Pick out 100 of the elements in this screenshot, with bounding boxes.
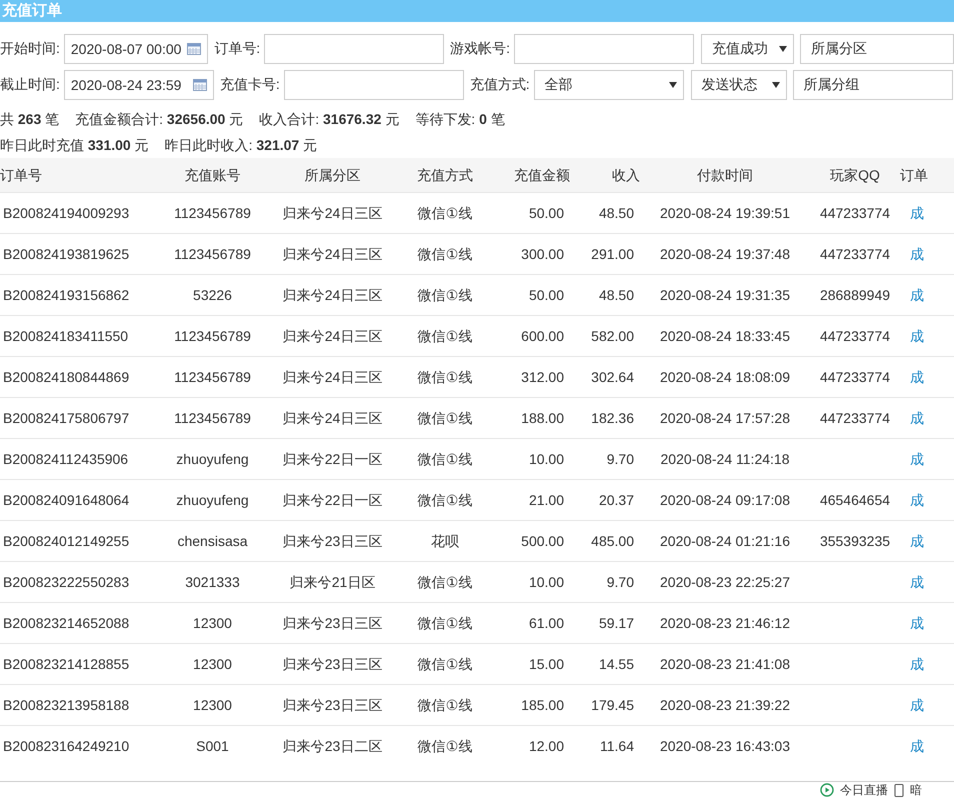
amount-cell: 50.00	[500, 274, 570, 316]
input-field[interactable]: 所属分区	[800, 34, 954, 64]
payment-method-cell: 微信①线	[390, 726, 500, 766]
payment-method-cell: 微信①线	[390, 234, 500, 274]
order-number-cell: B200824091648064	[0, 480, 150, 520]
income-cell: 9.70	[570, 438, 640, 480]
payment-method-cell: 花呗	[390, 520, 500, 562]
server-cell: 归来兮23日三区	[275, 684, 390, 726]
account-cell: chensisasa	[150, 520, 275, 562]
column-header: 付款时间	[640, 158, 810, 192]
payment-time-cell: 2020-08-24 11:24:18	[640, 438, 810, 480]
qq-cell: 286889949	[810, 274, 900, 316]
filter-label: 开始时间:	[0, 40, 60, 58]
status-link[interactable]: 成	[900, 726, 954, 766]
input-field[interactable]: 所属分组	[792, 70, 953, 100]
payment-time-cell: 2020-08-24 18:33:45	[640, 316, 810, 356]
dropdown[interactable]: 发送状态	[690, 70, 787, 100]
payment-method-cell: 微信①线	[390, 274, 500, 316]
payment-method-cell: 微信①线	[390, 316, 500, 356]
income-cell: 59.17	[570, 602, 640, 644]
play-icon[interactable]	[820, 783, 834, 797]
order-number-cell: B200824180844869	[0, 356, 150, 398]
payment-time-cell: 2020-08-24 19:37:48	[640, 234, 810, 274]
calendar-icon[interactable]	[192, 79, 207, 91]
text-field[interactable]	[284, 70, 464, 100]
caret-icon	[772, 82, 780, 88]
payment-time-cell: 2020-08-23 21:41:08	[640, 644, 810, 684]
status-link[interactable]: 成	[900, 602, 954, 644]
account-cell: 1123456789	[150, 398, 275, 438]
bottom-link[interactable]: 暗	[910, 782, 922, 798]
text-field[interactable]	[514, 34, 694, 64]
column-header: 玩家QQ	[810, 158, 900, 192]
payment-time-cell: 2020-08-23 22:25:27	[640, 562, 810, 602]
status-link[interactable]: 成	[900, 192, 954, 234]
payment-method-cell: 微信①线	[390, 602, 500, 644]
status-link[interactable]: 成	[900, 234, 954, 274]
status-link[interactable]: 成	[900, 438, 954, 480]
server-cell: 归来兮21日区	[275, 562, 390, 602]
status-link[interactable]: 成	[900, 562, 954, 602]
dropdown[interactable]: 充值成功	[701, 34, 794, 64]
payment-method-cell: 微信①线	[390, 480, 500, 520]
status-link[interactable]: 成	[900, 684, 954, 726]
caret-icon	[778, 46, 787, 52]
summary-text: 共 263 笔	[0, 110, 60, 128]
status-link[interactable]: 成	[900, 356, 954, 398]
filter-label: 订单号:	[214, 40, 260, 58]
amount-cell: 21.00	[500, 480, 570, 520]
account-cell: zhuoyufeng	[150, 438, 275, 480]
server-cell: 归来兮24日三区	[275, 274, 390, 316]
order-number-cell: B200824183411550	[0, 316, 150, 356]
qq-cell: 355393235	[810, 520, 900, 562]
order-number-cell: B200823164249210	[0, 726, 150, 766]
qq-cell: 447233774	[810, 234, 900, 274]
qq-cell: 465464654	[810, 480, 900, 520]
account-cell: 3021333	[150, 562, 275, 602]
amount-cell: 500.00	[500, 520, 570, 562]
server-cell: 归来兮23日三区	[275, 520, 390, 562]
server-cell: 归来兮23日三区	[275, 644, 390, 684]
status-link[interactable]: 成	[900, 398, 954, 438]
text-field[interactable]	[264, 34, 444, 64]
status-link[interactable]: 成	[900, 274, 954, 316]
amount-cell: 10.00	[500, 438, 570, 480]
order-number-cell: B200824175806797	[0, 398, 150, 438]
payment-method-cell: 微信①线	[390, 562, 500, 602]
dropdown[interactable]: 全部	[534, 70, 684, 100]
income-cell: 291.00	[570, 234, 640, 274]
qq-cell: 447233774	[810, 192, 900, 234]
qq-cell: 447233774	[810, 316, 900, 356]
income-cell: 182.36	[570, 398, 640, 438]
account-cell: 53226	[150, 274, 275, 316]
income-cell: 20.37	[570, 480, 640, 520]
payment-time-cell: 2020-08-23 21:46:12	[640, 602, 810, 644]
server-cell: 归来兮24日三区	[275, 234, 390, 274]
account-cell: S001	[150, 726, 275, 766]
payment-time-cell: 2020-08-23 21:39:22	[640, 684, 810, 726]
amount-cell: 50.00	[500, 192, 570, 234]
payment-method-cell: 微信①线	[390, 684, 500, 726]
account-cell: 12300	[150, 602, 275, 644]
status-link[interactable]: 成	[900, 520, 954, 562]
status-link[interactable]: 成	[900, 316, 954, 356]
payment-method-cell: 微信①线	[390, 192, 500, 234]
summary-text: 收入合计: 31676.32 元	[259, 110, 400, 128]
date-field[interactable]: 2020-08-24 23:59	[64, 70, 214, 100]
summary-text: 充值金额合计: 32656.00 元	[75, 110, 244, 128]
server-cell: 归来兮22日一区	[275, 480, 390, 520]
status-link[interactable]: 成	[900, 480, 954, 520]
phone-icon[interactable]	[894, 784, 904, 796]
amount-cell: 600.00	[500, 316, 570, 356]
date-field[interactable]: 2020-08-07 00:00	[64, 34, 208, 64]
column-header: 充值方式	[390, 158, 500, 192]
payment-time-cell: 2020-08-24 09:17:08	[640, 480, 810, 520]
server-cell: 归来兮23日三区	[275, 602, 390, 644]
account-cell: 12300	[150, 684, 275, 726]
income-cell: 14.55	[570, 644, 640, 684]
payment-time-cell: 2020-08-24 19:31:35	[640, 274, 810, 316]
live-link[interactable]: 今日直播	[840, 782, 888, 798]
status-link[interactable]: 成	[900, 644, 954, 684]
calendar-icon[interactable]	[187, 43, 202, 55]
income-cell: 48.50	[570, 274, 640, 316]
income-cell: 48.50	[570, 192, 640, 234]
